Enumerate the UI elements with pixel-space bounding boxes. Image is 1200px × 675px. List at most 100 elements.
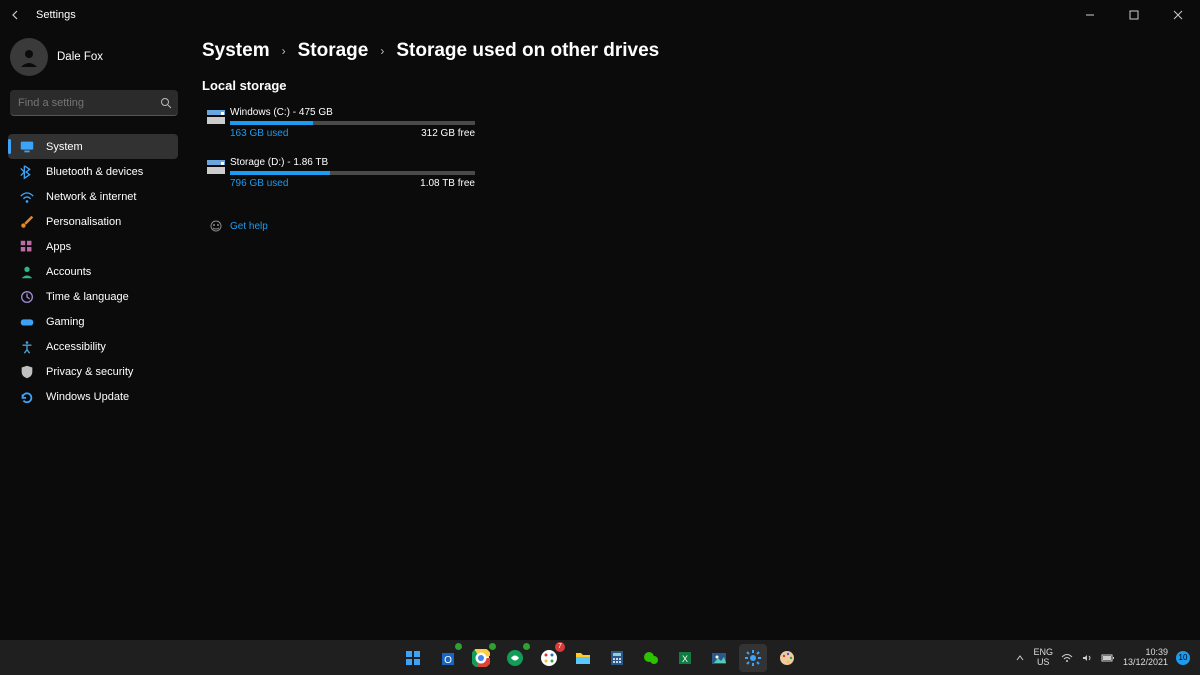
back-button[interactable] [8,7,24,23]
sidebar-item-network-internet[interactable]: Network & internet [8,184,178,209]
minimize-icon [1085,10,1095,20]
taskbar-app-chrome[interactable] [467,644,495,672]
sidebar-item-label: Personalisation [46,216,121,228]
section-heading: Local storage [202,78,1200,93]
taskbar-app-wechat[interactable] [637,644,665,672]
chevron-right-icon: › [380,44,384,58]
maximize-icon [1129,10,1139,20]
sidebar-item-label: Accessibility [46,341,106,353]
drive-usage-bar [230,171,475,175]
titlebar: Settings [0,0,1200,30]
account-name: Dale Fox [57,51,103,63]
page-title: Storage used on other drives [396,40,659,62]
search-icon [160,97,172,109]
sidebar-item-personalisation[interactable]: Personalisation [8,209,178,234]
taskbar-app-calculator[interactable] [603,644,631,672]
sidebar-item-accessibility[interactable]: Accessibility [8,334,178,359]
svg-text:X: X [682,654,688,664]
taskbar-app-app-green-swirl[interactable] [501,644,529,672]
sidebar-item-label: Privacy & security [46,366,133,378]
window-controls [1068,0,1200,30]
account-row[interactable]: Dale Fox [10,38,190,76]
sidebar-item-gaming[interactable]: Gaming [8,309,178,334]
taskbar-app-outlook[interactable]: O [433,644,461,672]
notifications-badge[interactable]: 10 [1176,651,1190,665]
get-help-label: Get help [230,221,268,232]
taskbar-app-excel[interactable]: X [671,644,699,672]
clock[interactable]: 10:39 13/12/2021 [1123,648,1168,668]
sidebar-item-privacy-security[interactable]: Privacy & security [8,359,178,384]
status-dot [523,643,530,650]
sidebar-item-apps[interactable]: Apps [8,234,178,259]
get-help-link[interactable]: Get help [202,219,1200,233]
shield-icon [18,363,36,381]
gamepad-icon [18,313,36,331]
monitor-icon [18,138,36,156]
chevron-up-icon[interactable] [1015,653,1025,663]
taskbar-app-start[interactable] [399,644,427,672]
battery-icon[interactable] [1101,653,1115,663]
taskbar-right: ENG US 10:39 13/12/2021 10 [1015,648,1200,668]
accessibility-icon [18,338,36,356]
bluetooth-icon [18,163,36,181]
sidebar-item-label: Bluetooth & devices [46,166,143,178]
nav-list: System Bluetooth & devices Network & inter… [8,134,178,409]
drive-icon [202,159,230,189]
brush-icon [18,213,36,231]
volume-icon[interactable] [1081,652,1093,664]
arrow-left-icon [10,9,22,21]
drive-icon [202,109,230,139]
person-icon [17,45,41,69]
sidebar-item-accounts[interactable]: Accounts [8,259,178,284]
clock-icon [18,288,36,306]
sidebar-item-time-language[interactable]: Time & language [8,284,178,309]
language-indicator[interactable]: ENG US [1033,648,1053,668]
drive-free-label: 312 GB free [421,128,475,139]
wifi-icon[interactable] [1061,652,1073,664]
drives-list: Windows (C:) - 475 GB 163 GB used 312 GB f… [202,107,1200,189]
update-icon [18,388,36,406]
taskbar-app-file-explorer[interactable] [569,644,597,672]
sidebar-item-bluetooth-devices[interactable]: Bluetooth & devices [8,159,178,184]
status-dot [455,643,462,650]
taskbar-app-app-dotted[interactable]: 7 [535,644,563,672]
sidebar-item-label: Apps [46,241,71,253]
sidebar-item-label: Windows Update [46,391,129,403]
person-icon [18,263,36,281]
svg-text:O: O [444,655,452,666]
sidebar-item-label: Network & internet [46,191,136,203]
drive-free-label: 1.08 TB free [420,178,475,189]
search-field[interactable] [10,90,178,116]
taskbar-app-settings[interactable] [739,644,767,672]
drive-used-label: 163 GB used [230,128,288,139]
breadcrumb: System › Storage › Storage used on other… [202,40,1200,62]
sidebar-item-windows-update[interactable]: Windows Update [8,384,178,409]
badge: 7 [555,642,565,652]
breadcrumb-system[interactable]: System [202,40,270,62]
drive-row[interactable]: Windows (C:) - 475 GB 163 GB used 312 GB f… [202,107,1200,139]
drive-row[interactable]: Storage (D:) - 1.86 TB796 GB used1.08 TB… [202,157,1200,189]
sidebar-item-label: Accounts [46,266,91,278]
maximize-button[interactable] [1112,0,1156,30]
help-icon [202,219,230,233]
sidebar: Dale Fox System Bluetooth & devices Networ… [0,30,190,409]
drive-title: Windows (C:) - 475 GB [230,107,475,118]
breadcrumb-storage[interactable]: Storage [298,40,369,62]
search-input[interactable] [18,97,160,109]
close-button[interactable] [1156,0,1200,30]
status-dot [489,643,496,650]
taskbar-app-paint[interactable] [773,644,801,672]
close-icon [1173,10,1183,20]
sidebar-item-label: System [46,141,83,153]
minimize-button[interactable] [1068,0,1112,30]
taskbar-app-photos[interactable] [705,644,733,672]
sidebar-item-label: Time & language [46,291,129,303]
sidebar-item-system[interactable]: System [8,134,178,159]
drive-title: Storage (D:) - 1.86 TB [230,157,475,168]
taskbar-center: O 7 X [399,644,801,672]
wifi-icon [18,188,36,206]
avatar [10,38,48,76]
taskbar: O 7 X ENG US 10:39 13/12/2021 10 [0,640,1200,675]
chevron-right-icon: › [282,44,286,58]
drive-usage-bar [230,121,475,125]
